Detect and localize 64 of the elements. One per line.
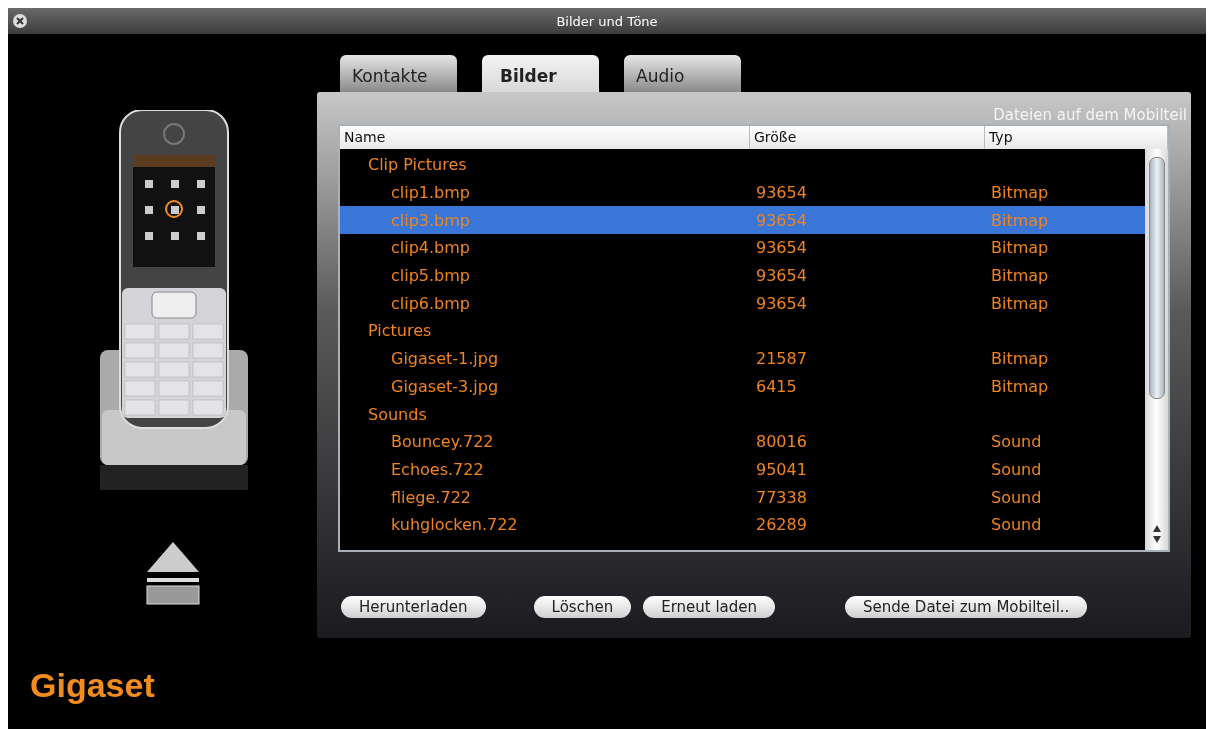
scrollbar[interactable] [1145,149,1168,550]
file-row[interactable]: clip4.bmp 93654 Bitmap [340,234,1145,262]
file-type: Bitmap [990,183,1050,203]
file-name: clip5.bmp [390,266,471,286]
action-button[interactable]: Herunterladen [341,596,486,618]
file-name: Gigaset-3.jpg [390,376,500,396]
file-row[interactable]: clip5.bmp 93654 Bitmap [340,261,1145,290]
brand-logo: Gigaset [30,666,155,705]
file-size: 77338 [755,487,808,507]
folder-name: Sounds [367,404,428,424]
window-title: Bilder und Töne [556,13,658,29]
file-name: fliege.722 [390,487,472,507]
file-type: Sound [990,515,1043,535]
file-size: 6415 [755,376,798,396]
column-header[interactable]: Name [340,126,750,149]
file-row[interactable]: kuhglocken.722 26289 Sound [340,510,1145,539]
file-name: clip1.bmp [390,183,471,203]
action-button[interactable]: Erneut laden [643,596,776,618]
file-row[interactable]: Bouncey.722 80016 Sound [340,427,1145,456]
file-size: 26289 [755,515,808,535]
close-icon[interactable] [12,13,28,29]
action-button[interactable]: Sende Datei zum Mobilteil.. [845,596,1088,618]
file-size: 93654 [755,293,808,313]
file-name: Echoes.722 [390,459,485,479]
file-row[interactable]: clip6.bmp 93654 Bitmap [340,289,1145,318]
file-type: Bitmap [990,266,1050,286]
file-row[interactable]: fliege.722 77338 Sound [340,483,1145,511]
file-type: Bitmap [990,293,1050,313]
file-size: 80016 [755,432,808,452]
eject-icon[interactable] [143,542,203,606]
file-name: clip4.bmp [390,238,471,258]
tab[interactable]: Kontakte [340,55,457,92]
file-type: Sound [990,432,1043,452]
file-size: 93654 [755,238,808,258]
file-type: Bitmap [990,210,1050,230]
file-name: Bouncey.722 [390,432,495,452]
file-type: Bitmap [990,349,1050,369]
file-row[interactable]: Gigaset-3.jpg 6415 Bitmap [340,372,1145,401]
folder-name: Clip Pictures [367,155,468,175]
action-button[interactable]: Löschen [533,596,632,618]
file-size: 93654 [755,183,808,203]
folder-row[interactable]: Clip Pictures [340,151,1145,179]
file-size: 93654 [755,266,808,286]
panel-caption: Dateien auf dem Mobilteil [993,106,1188,124]
file-name: clip6.bmp [390,293,471,313]
file-name: clip3.bmp [390,210,471,230]
file-name: Gigaset-1.jpg [390,349,500,369]
file-type: Bitmap [990,376,1050,396]
file-type: Sound [990,487,1043,507]
file-row[interactable]: Gigaset-1.jpg 21587 Bitmap [340,344,1145,373]
column-header[interactable]: Größe [750,126,985,149]
file-name: kuhglocken.722 [390,515,519,535]
folder-name: Pictures [367,321,433,341]
file-type: Bitmap [990,238,1050,258]
file-type: Sound [990,459,1043,479]
file-size: 21587 [755,349,808,369]
folder-row[interactable]: Pictures [340,317,1145,345]
file-row[interactable]: Echoes.722 95041 Sound [340,455,1145,484]
tab[interactable]: Bilder [482,55,599,92]
folder-row[interactable]: Sounds [340,400,1145,428]
file-row[interactable]: clip1.bmp 93654 Bitmap [340,178,1145,207]
file-size: 95041 [755,459,808,479]
file-size: 93654 [755,210,808,230]
tab[interactable]: Audio [624,55,741,92]
